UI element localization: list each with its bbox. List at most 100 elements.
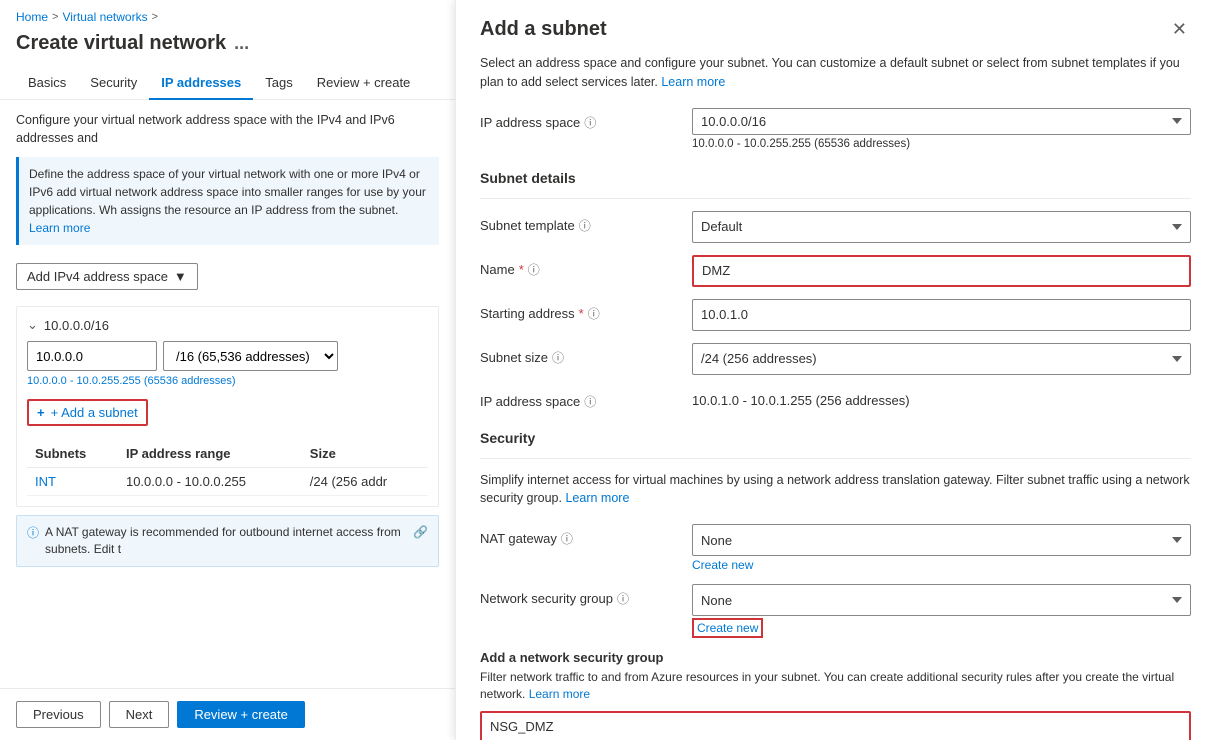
tabs-nav: Basics Security IP addresses Tags Review… [0,67,455,100]
blue-info-learn-more[interactable]: Learn more [29,221,90,235]
panel-learn-more-link[interactable]: Learn more [661,75,725,89]
add-ipv4-label: Add IPv4 address space [27,269,168,284]
breadcrumb-virtual-networks[interactable]: Virtual networks [62,10,147,24]
panel-desc-text: Select an address space and configure yo… [480,56,1180,89]
starting-address-required: * [579,306,584,321]
tab-basics[interactable]: Basics [16,67,78,100]
subnet-size-select[interactable]: /24 (256 addresses) [692,343,1191,375]
security-divider [480,458,1191,459]
nsg-label: Network security group ⓘ [480,584,680,607]
panel-desc: Select an address space and configure yo… [480,54,1191,92]
nat-gateway-wrapper: None Create new [692,524,1191,572]
subnet-name[interactable]: INT [27,468,118,496]
name-row: Name * ⓘ [480,255,1191,287]
subnet-range: 10.0.0.0 - 10.0.0.255 [118,468,302,496]
close-button[interactable]: ✕ [1168,16,1191,42]
subnet-template-row: Subnet template ⓘ Default [480,211,1191,243]
starting-address-input[interactable] [692,299,1191,331]
breadcrumb-sep1: > [52,11,58,23]
chevron-icon[interactable]: ⌄ [27,317,38,333]
nat-gateway-row: NAT gateway ⓘ None Create new [480,524,1191,572]
breadcrumb: Home > Virtual networks > [0,0,455,28]
nsg-select[interactable]: None [692,584,1191,616]
name-input[interactable] [692,255,1191,287]
ip-address-space-label: IP address space ⓘ [480,108,680,131]
cidr-select[interactable]: /16 (65,536 addresses) [163,341,338,371]
info-icon: ⓘ [27,525,39,542]
add-ipv4-dropdown-icon: ▼ [174,269,187,284]
next-button[interactable]: Next [109,701,170,728]
ip-address-space-row: IP address space ⓘ 10.0.0.0/16 10.0.0.0 … [480,108,1191,150]
nsg-section-desc: Filter network traffic to and from Azure… [480,669,1191,703]
add-subnet-button[interactable]: + + Add a subnet [27,399,148,426]
ip-space-field-label: IP address space ⓘ [480,387,680,410]
col-ip-range: IP address range [118,440,302,468]
tab-ip-addresses[interactable]: IP addresses [149,67,253,100]
bottom-bar: Previous Next Review + create [0,688,455,740]
subnet-template-select[interactable]: Default [692,211,1191,243]
subnet-size-info-icon[interactable]: ⓘ [552,349,564,366]
blue-info-text: Define the address space of your virtual… [29,167,426,217]
name-label: Name * ⓘ [480,255,680,278]
nat-gateway-info-icon[interactable]: ⓘ [561,530,573,547]
ip-space-field-row: IP address space ⓘ 10.0.1.0 - 10.0.1.255… [480,387,1191,410]
starting-address-info-icon[interactable]: ⓘ [588,305,600,322]
add-subnet-plus: + [37,405,45,420]
security-learn-more-link[interactable]: Learn more [565,491,629,505]
ip-address-space-range: 10.0.0.0 - 10.0.255.255 (65536 addresses… [692,138,1191,150]
nat-gateway-select[interactable]: None [692,524,1191,556]
subnet-table: Subnets IP address range Size INT 10.0.0… [27,440,428,496]
previous-button[interactable]: Previous [16,701,101,728]
panel-header: Add a subnet ✕ [480,16,1191,42]
page-title-dots[interactable]: ... [234,33,249,54]
range-text: 10.0.0.0 - 10.0.255.255 (65536 addresses… [27,375,428,387]
starting-address-row: Starting address * ⓘ [480,299,1191,331]
info-text: Configure your virtual network address s… [16,112,439,147]
subnet-size-row: Subnet size ⓘ /24 (256 addresses) [480,343,1191,375]
nat-create-new-link[interactable]: Create new [692,558,1191,572]
left-content: Configure your virtual network address s… [0,100,455,658]
security-desc: Simplify internet access for virtual mac… [480,471,1191,509]
subnet-size: /24 (256 addr [302,468,428,496]
security-title: Security [480,426,1191,446]
left-panel: Home > Virtual networks > Create virtual… [0,0,455,740]
ip-space-field-value: 10.0.1.0 - 10.0.1.255 (256 addresses) [692,387,1191,408]
tab-tags[interactable]: Tags [253,67,304,100]
subnet-details-divider [480,198,1191,199]
name-info-icon[interactable]: ⓘ [528,261,540,278]
add-ipv4-button[interactable]: Add IPv4 address space ▼ [16,263,198,290]
nsg-input[interactable] [480,711,1191,740]
nsg-row: Network security group ⓘ None Create new [480,584,1191,638]
nsg-create-new-link[interactable]: Create new [692,618,763,638]
nsg-learn-more-link[interactable]: Learn more [529,687,590,701]
panel-title: Add a subnet [480,18,607,41]
add-subnet-label: + Add a subnet [51,405,138,420]
right-panel: Add a subnet ✕ Select an address space a… [455,0,1215,740]
page-title: Create virtual network [16,32,226,55]
subnet-details-title: Subnet details [480,166,1191,186]
nat-warning: ⓘ A NAT gateway is recommended for outbo… [16,515,439,567]
address-block-title: 10.0.0.0/16 [44,318,109,333]
nat-warning-text: A NAT gateway is recommended for outboun… [45,524,407,558]
nsg-section: Add a network security group Filter netw… [480,650,1191,740]
address-input[interactable] [27,341,157,371]
ip-space-field-info-icon[interactable]: ⓘ [584,393,596,410]
subnet-template-info-icon[interactable]: ⓘ [579,217,591,234]
nsg-info-icon[interactable]: ⓘ [617,590,629,607]
breadcrumb-sep2: > [152,11,158,23]
tab-review-create[interactable]: Review + create [305,67,423,100]
address-block-header: ⌄ 10.0.0.0/16 [27,317,428,333]
nat-gateway-label: NAT gateway ⓘ [480,524,680,547]
nat-warning-link[interactable]: 🔗 [413,524,428,541]
nsg-wrapper: None Create new [692,584,1191,638]
breadcrumb-home[interactable]: Home [16,10,48,24]
ip-address-info-icon[interactable]: ⓘ [584,114,596,131]
table-row: INT 10.0.0.0 - 10.0.0.255 /24 (256 addr [27,468,428,496]
ip-address-space-select[interactable]: 10.0.0.0/16 [692,108,1191,135]
col-subnets: Subnets [27,440,118,468]
review-create-button[interactable]: Review + create [177,701,305,728]
subnet-size-label: Subnet size ⓘ [480,343,680,366]
tab-security[interactable]: Security [78,67,149,100]
ip-address-space-dropdown-container: 10.0.0.0/16 10.0.0.0 - 10.0.255.255 (655… [692,108,1191,150]
address-inputs: /16 (65,536 addresses) [27,341,428,371]
